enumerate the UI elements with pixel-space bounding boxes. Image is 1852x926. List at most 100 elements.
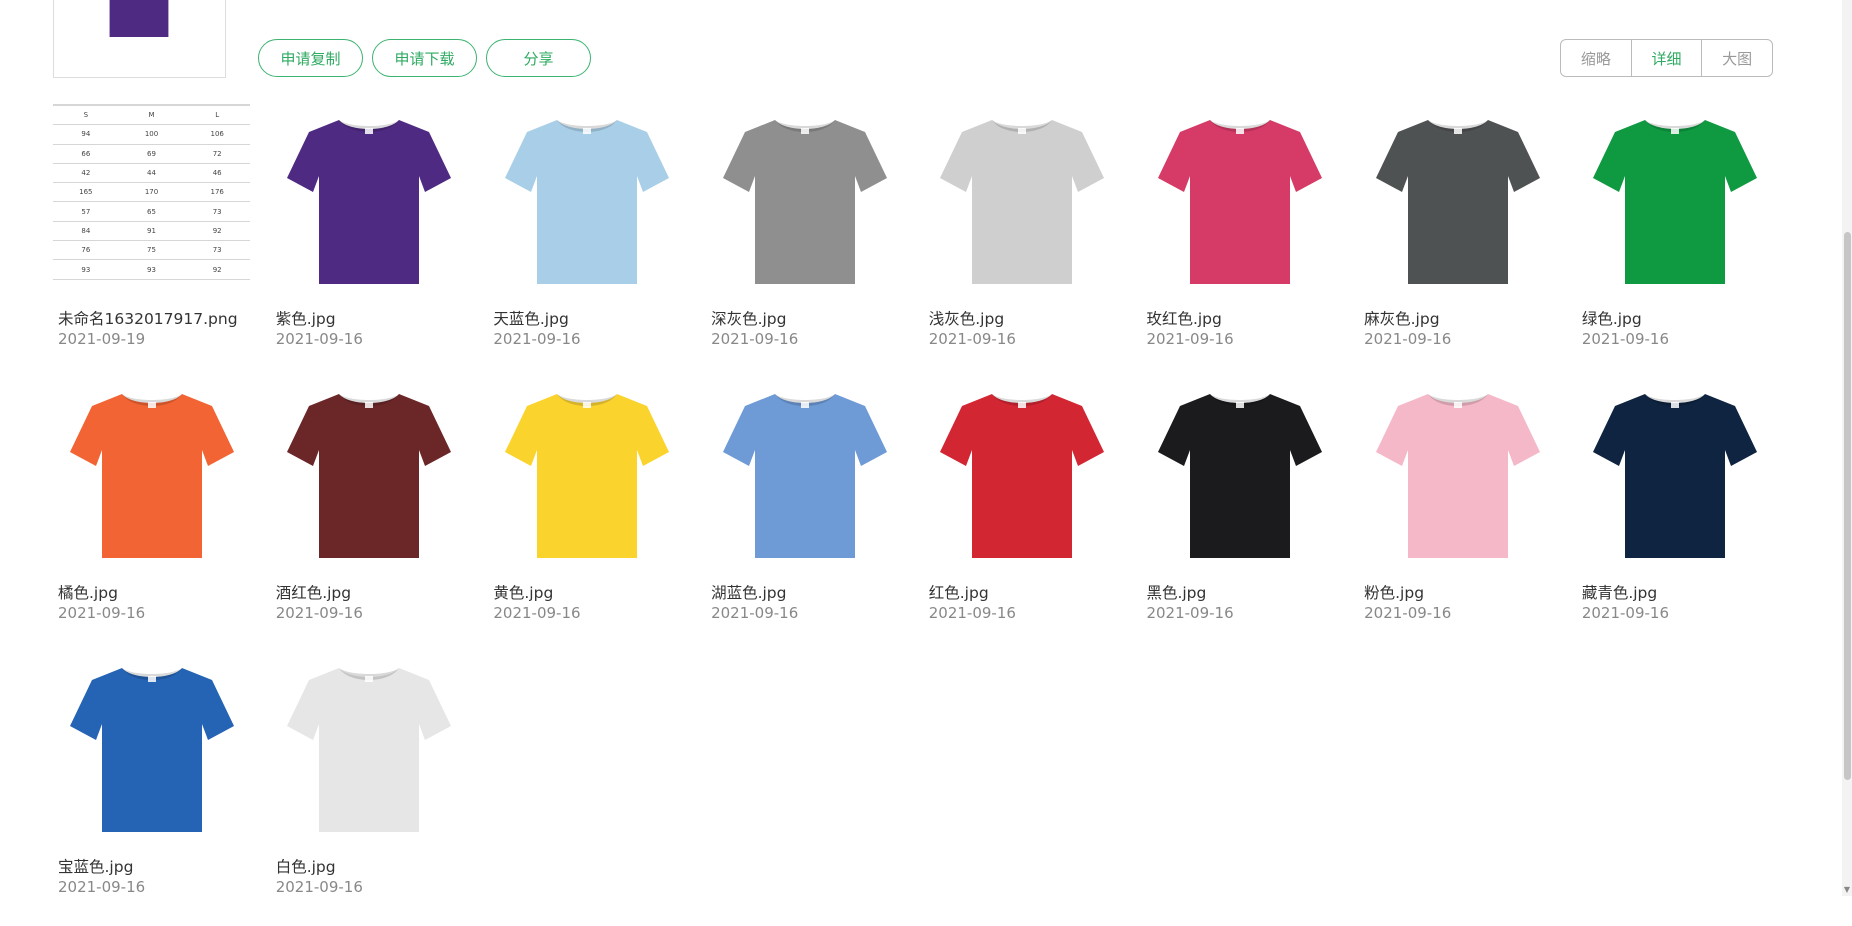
scroll-down-icon[interactable]: ▼	[1843, 886, 1851, 894]
file-card[interactable]: 白色.jpg 2021-09-16	[271, 652, 468, 926]
file-name[interactable]: 未命名1632017917.png	[58, 307, 238, 329]
file-thumbnail[interactable]	[1359, 104, 1556, 304]
file-card[interactable]: 麻灰色.jpg 2021-09-16	[1359, 104, 1556, 378]
file-name[interactable]: 天蓝色.jpg	[493, 307, 568, 329]
file-name[interactable]: 深灰色.jpg	[711, 307, 786, 329]
file-card[interactable]: 天蓝色.jpg 2021-09-16	[488, 104, 685, 378]
tshirt-thumbnail	[940, 120, 1105, 284]
tshirt-shape	[1375, 120, 1540, 284]
file-name[interactable]: 粉色.jpg	[1364, 581, 1424, 603]
file-date: 2021-09-16	[928, 604, 1016, 622]
file-name[interactable]: 红色.jpg	[929, 581, 989, 603]
size-chart-image: S M L 94 100 106 66 69 72 42 44 46 165 170 176 57 65 73 84…	[53, 104, 250, 304]
request-download-button[interactable]: 申请下载	[372, 39, 477, 77]
file-card[interactable]: 紫色.jpg 2021-09-16	[271, 104, 468, 378]
tshirt-label	[1235, 128, 1244, 134]
file-thumbnail[interactable]	[488, 104, 685, 304]
file-date: 2021-09-16	[1146, 604, 1234, 622]
size-chart-cell: M	[148, 111, 155, 120]
file-date: 2021-09-16	[1364, 330, 1452, 348]
file-card[interactable]: 粉色.jpg 2021-09-16	[1359, 378, 1556, 652]
file-name[interactable]: 麻灰色.jpg	[1364, 307, 1439, 329]
file-thumbnail[interactable]	[1577, 104, 1774, 304]
file-name[interactable]: 白色.jpg	[276, 855, 336, 877]
view-large-button[interactable]: 大图	[1702, 40, 1772, 76]
file-thumbnail[interactable]	[924, 378, 1121, 578]
file-thumbnail[interactable]	[1577, 378, 1774, 578]
file-card[interactable]: 湖蓝色.jpg 2021-09-16	[706, 378, 903, 652]
file-date: 2021-09-16	[275, 878, 363, 896]
tshirt-shape	[287, 668, 452, 832]
tshirt-label	[800, 402, 809, 408]
file-thumbnail[interactable]	[924, 104, 1121, 304]
file-thumbnail[interactable]	[706, 104, 903, 304]
file-grid: S M L 94 100 106 66 69 72 42 44 46 165 170 176 57 65 73 84…	[53, 104, 1774, 926]
file-card[interactable]: 黑色.jpg 2021-09-16	[1141, 378, 1338, 652]
file-name[interactable]: 藏青色.jpg	[1582, 581, 1657, 603]
file-card[interactable]: 藏青色.jpg 2021-09-16	[1577, 378, 1774, 652]
file-date: 2021-09-16	[711, 330, 799, 348]
file-thumbnail[interactable]	[53, 378, 250, 578]
tshirt-label	[800, 128, 809, 134]
file-date: 2021-09-19	[58, 330, 146, 348]
file-card[interactable]: S M L 94 100 106 66 69 72 42 44 46 165 170 176 57 65 73 84…	[53, 104, 250, 378]
size-chart-cell: 93	[147, 265, 156, 274]
file-thumbnail[interactable]	[271, 652, 468, 852]
tshirt-label	[365, 676, 374, 682]
vertical-scrollbar[interactable]: ▼	[1842, 0, 1852, 896]
file-thumbnail[interactable]	[271, 104, 468, 304]
tshirt-label	[365, 402, 374, 408]
file-name[interactable]: 黑色.jpg	[1146, 581, 1206, 603]
file-card[interactable]: 绿色.jpg 2021-09-16	[1577, 104, 1774, 378]
file-date: 2021-09-16	[493, 604, 581, 622]
size-chart-cell: 73	[212, 207, 222, 216]
size-chart-row: 66 69 72	[53, 145, 250, 164]
size-chart-row: 93 93 92	[53, 260, 250, 280]
file-card[interactable]: 酒红色.jpg 2021-09-16	[271, 378, 468, 652]
file-thumbnail[interactable]	[1141, 378, 1338, 578]
file-name[interactable]: 宝蓝色.jpg	[58, 855, 133, 877]
file-thumbnail[interactable]	[706, 378, 903, 578]
view-detail-button[interactable]: 详细	[1632, 40, 1703, 76]
file-name[interactable]: 橘色.jpg	[58, 581, 118, 603]
file-name[interactable]: 玫红色.jpg	[1146, 307, 1221, 329]
file-name[interactable]: 绿色.jpg	[1582, 307, 1642, 329]
request-copy-button[interactable]: 申请复制	[258, 39, 363, 77]
file-card[interactable]: 玫红色.jpg 2021-09-16	[1141, 104, 1338, 378]
tshirt-thumbnail	[504, 120, 669, 284]
size-chart-cell: 84	[81, 226, 91, 235]
file-thumbnail[interactable]	[488, 378, 685, 578]
tshirt-thumbnail	[722, 394, 887, 558]
file-card[interactable]: 橘色.jpg 2021-09-16	[53, 378, 250, 652]
size-chart-row: 165 170 176	[53, 183, 250, 203]
tshirt-thumbnail	[1157, 394, 1322, 558]
file-card[interactable]: 黄色.jpg 2021-09-16	[488, 378, 685, 652]
file-card[interactable]: 深灰色.jpg 2021-09-16	[706, 104, 903, 378]
file-card[interactable]: 宝蓝色.jpg 2021-09-16	[53, 652, 250, 926]
tshirt-shape	[287, 120, 452, 284]
partial-thumbnail-top[interactable]	[53, 0, 226, 78]
file-name[interactable]: 紫色.jpg	[276, 307, 336, 329]
file-thumbnail[interactable]	[271, 378, 468, 578]
size-chart-row: SML	[53, 104, 250, 126]
size-chart-cell: 76	[81, 246, 91, 255]
size-chart-cell: 46	[212, 169, 222, 178]
tshirt-thumbnail	[287, 668, 452, 832]
file-thumbnail[interactable]: S M L 94 100 106 66 69 72 42 44 46 165 170 176 57 65 73 84…	[53, 104, 250, 304]
tshirt-shape	[1593, 394, 1758, 558]
file-name[interactable]: 黄色.jpg	[493, 581, 553, 603]
size-chart-cell: 57	[81, 207, 91, 216]
file-card[interactable]: 红色.jpg 2021-09-16	[924, 378, 1121, 652]
file-name[interactable]: 湖蓝色.jpg	[711, 581, 786, 603]
tshirt-label	[1018, 402, 1027, 408]
view-thumbnail-button[interactable]: 缩略	[1561, 40, 1632, 76]
file-thumbnail[interactable]	[1359, 378, 1556, 578]
file-card[interactable]: 浅灰色.jpg 2021-09-16	[924, 104, 1121, 378]
file-thumbnail[interactable]	[1141, 104, 1338, 304]
file-thumbnail[interactable]	[53, 652, 250, 852]
size-chart-cell: 91	[147, 226, 156, 235]
file-name[interactable]: 浅灰色.jpg	[929, 307, 1004, 329]
scrollbar-thumb[interactable]	[1844, 232, 1851, 780]
file-name[interactable]: 酒红色.jpg	[276, 581, 351, 603]
share-button[interactable]: 分享	[486, 39, 591, 77]
